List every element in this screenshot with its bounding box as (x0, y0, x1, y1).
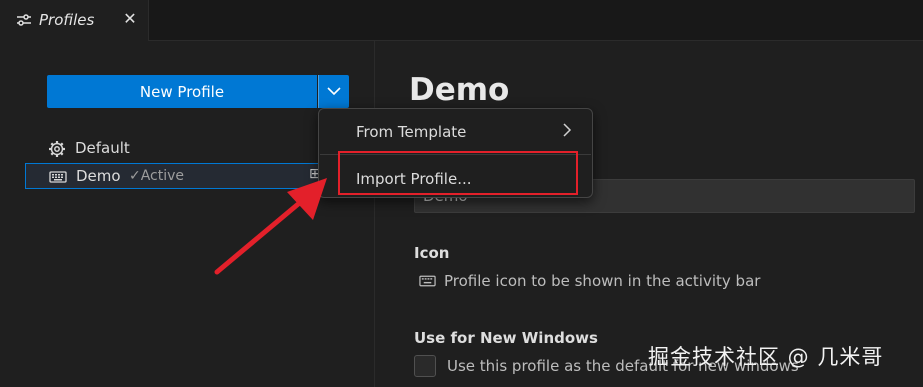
watermark: 掘金技术社区 @ 几米哥 (648, 345, 884, 369)
new-profile-label: New Profile (139, 82, 225, 101)
active-badge: ✓Active (129, 168, 185, 184)
icon-heading: Icon (414, 244, 450, 262)
use-for-new-windows-checkbox[interactable] (414, 355, 436, 377)
profile-item-default[interactable]: Default (25, 136, 325, 162)
tab-label: Profiles (39, 11, 95, 29)
icon-setting-row: Profile icon to be shown in the activity… (419, 272, 760, 290)
new-profile-dropdown-button[interactable] (318, 75, 349, 108)
icon-description: Profile icon to be shown in the activity… (444, 272, 761, 290)
keyboard-icon (49, 171, 67, 183)
gear-icon (49, 141, 65, 157)
profile-title: Demo (409, 72, 510, 108)
new-windows-heading: Use for New Windows (414, 329, 598, 347)
pane-divider (374, 41, 375, 387)
annotation-arrow (214, 178, 327, 275)
editor-tab-bar: Profiles ✕ (0, 0, 923, 41)
profile-label: Demo (76, 167, 121, 185)
settings-sliders-icon (17, 14, 31, 26)
profile-label: Default (75, 139, 130, 157)
chevron-right-icon (563, 123, 572, 137)
tab-profiles[interactable]: Profiles ✕ (0, 0, 149, 41)
chevron-down-icon (327, 87, 341, 96)
close-icon[interactable]: ✕ (121, 10, 139, 28)
menu-item-from-template[interactable]: From Template (356, 123, 466, 141)
keyboard-icon[interactable] (419, 274, 436, 288)
new-profile-button[interactable]: New Profile (47, 75, 317, 108)
annotation-highlight-box (338, 151, 578, 195)
